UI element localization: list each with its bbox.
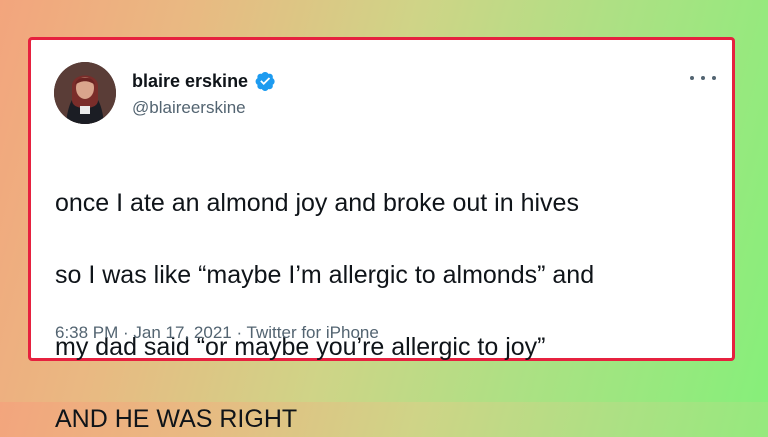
tweet-time[interactable]: 6:38 PM — [55, 323, 118, 342]
tweet-source[interactable]: Twitter for iPhone — [247, 323, 379, 342]
tweet-line: so I was like “maybe I’m allergic to alm… — [55, 261, 595, 289]
meta-separator: · — [231, 323, 247, 342]
user-handle[interactable]: @blaireerskine — [132, 98, 246, 118]
tweet-card: blaire erskine @blaireerskine once I ate… — [28, 37, 735, 433]
tweet-metadata: 6:38 PM · Jan 17, 2021 · Twitter for iPh… — [55, 323, 379, 343]
more-options-icon-dot — [690, 76, 694, 80]
verified-badge-icon — [254, 70, 276, 92]
tweet-line: AND HE WAS RIGHT — [55, 405, 298, 433]
avatar-image — [54, 62, 116, 124]
name-row: blaire erskine — [132, 70, 276, 92]
profile-avatar[interactable] — [54, 62, 116, 124]
more-options-button[interactable] — [690, 70, 716, 86]
display-name[interactable]: blaire erskine — [132, 71, 248, 91]
tweet-text: once I ate an almond joy and broke out i… — [55, 149, 725, 437]
tweet-line: once I ate an almond joy and broke out i… — [55, 189, 579, 217]
tweet-date[interactable]: Jan 17, 2021 — [133, 323, 231, 342]
more-options-icon-dot — [712, 76, 716, 80]
more-options-icon-dot — [701, 76, 705, 80]
meta-separator: · — [118, 323, 134, 342]
